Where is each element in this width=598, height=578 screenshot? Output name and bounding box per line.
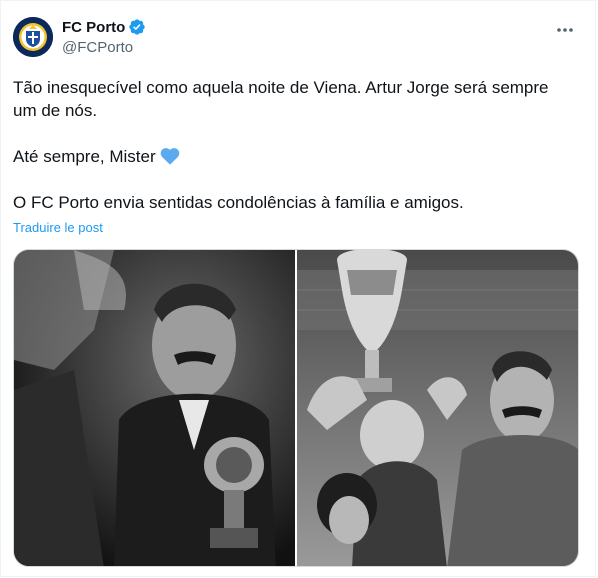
light-blue-heart-icon — [161, 148, 180, 165]
more-options-icon[interactable] — [555, 21, 575, 39]
tweet-line-2-text: Até sempre, Mister — [13, 147, 156, 166]
media-grid — [13, 249, 579, 567]
tweet-line-2: Até sempre, Mister — [13, 145, 573, 168]
avatar[interactable] — [13, 17, 53, 57]
photo-coach-with-trophy[interactable] — [14, 250, 295, 566]
verified-badge-icon — [129, 19, 146, 35]
handle[interactable]: @FCPorto — [62, 39, 133, 56]
photo-trophy-raised-crowd[interactable] — [297, 250, 578, 566]
tweet-text: Tão inesquecível como aquela noite de Vi… — [13, 76, 573, 237]
tweet-line-1: Tão inesquecível como aquela noite de Vi… — [13, 78, 549, 120]
fc-porto-crest-icon — [13, 17, 53, 57]
translate-post-link[interactable]: Traduire le post — [13, 220, 103, 235]
name-row: FC Porto — [62, 18, 146, 36]
tweet-card: FC Porto @FCPorto Tão inesquecível como … — [0, 0, 596, 577]
display-name[interactable]: FC Porto — [62, 19, 125, 36]
tweet-line-3: O FC Porto envia sentidas condolências à… — [13, 193, 464, 212]
